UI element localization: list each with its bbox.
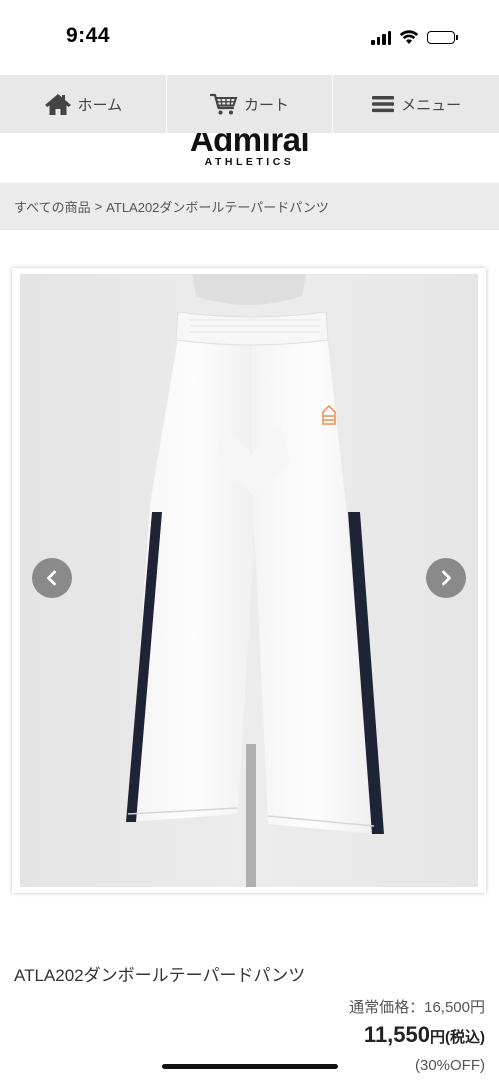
chevron-right-icon	[442, 570, 451, 586]
wifi-icon	[399, 29, 419, 44]
signal-icon	[371, 29, 391, 45]
home-icon	[44, 94, 71, 115]
carousel-prev-button[interactable]	[32, 558, 72, 598]
sale-price: 11,550円(税込)	[364, 1022, 485, 1048]
discount-rate: (30%OFF)	[414, 1057, 485, 1074]
carousel-next-button[interactable]	[426, 558, 466, 598]
chevron-left-icon	[47, 570, 56, 586]
breadcrumb-current: ATLA202ダンボールテーパードパンツ	[106, 200, 329, 215]
hamburger-menu-icon	[372, 96, 395, 113]
regular-price: 通常価格：16,500円	[349, 999, 485, 1016]
brand-subtitle: ATHLETICS	[204, 156, 295, 168]
nav-home-button[interactable]: ホーム	[0, 75, 167, 133]
product-photo[interactable]	[20, 274, 478, 887]
cart-icon	[210, 93, 238, 115]
status-icons	[371, 27, 458, 47]
breadcrumb-all-products-link[interactable]: すべての商品	[14, 197, 91, 216]
nav-cart-label: カート	[244, 96, 290, 114]
breadcrumb: すべての商品 > ATLA202ダンボールテーパードパンツ	[0, 183, 499, 230]
status-time: 9:44	[66, 24, 111, 47]
sale-price-number: 11,550	[363, 1022, 430, 1047]
nav-bar: ホーム カート メニュー	[0, 75, 499, 133]
brand-logo-link[interactable]: Admiral ATHLETICS	[0, 133, 499, 183]
nav-cart-button[interactable]: カート	[167, 75, 334, 133]
battery-icon	[427, 30, 458, 44]
nav-menu-button[interactable]: メニュー	[333, 75, 499, 133]
sale-price-unit: 円(税込)	[430, 1029, 485, 1046]
status-bar: 9:44	[0, 0, 499, 75]
nav-home-label: ホーム	[77, 96, 123, 114]
nav-menu-label: メニュー	[401, 96, 462, 114]
product-image-carousel	[12, 268, 486, 893]
pants-illustration	[20, 274, 478, 887]
product-name: ATLA202ダンボールテーパードパンツ	[14, 966, 306, 985]
breadcrumb-separator: >	[94, 199, 103, 214]
home-indicator[interactable]	[162, 1064, 338, 1069]
